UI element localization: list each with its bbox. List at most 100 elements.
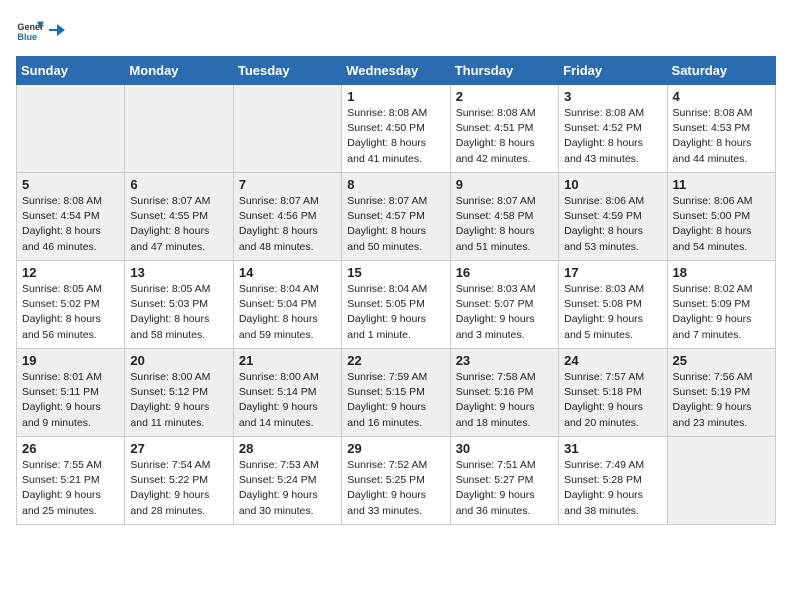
day-cell: 1 Sunrise: 8:08 AM Sunset: 4:50 PM Daylig… <box>342 85 450 173</box>
day-info: Sunrise: 8:06 AM Sunset: 5:00 PM Dayligh… <box>673 194 770 255</box>
day-cell: 11 Sunrise: 8:06 AM Sunset: 5:00 PM Dayli… <box>667 173 775 261</box>
day-number: 19 <box>22 353 119 368</box>
day-info: Sunrise: 8:07 AM Sunset: 4:56 PM Dayligh… <box>239 194 336 255</box>
day-info: Sunrise: 8:08 AM Sunset: 4:50 PM Dayligh… <box>347 106 444 167</box>
day-number: 26 <box>22 441 119 456</box>
day-info: Sunrise: 8:00 AM Sunset: 5:12 PM Dayligh… <box>130 370 227 431</box>
calendar-header: SundayMondayTuesdayWednesdayThursdayFrid… <box>17 57 776 85</box>
day-info: Sunrise: 7:59 AM Sunset: 5:15 PM Dayligh… <box>347 370 444 431</box>
day-cell: 9 Sunrise: 8:07 AM Sunset: 4:58 PM Daylig… <box>450 173 558 261</box>
day-info: Sunrise: 7:56 AM Sunset: 5:19 PM Dayligh… <box>673 370 770 431</box>
day-number: 27 <box>130 441 227 456</box>
day-info: Sunrise: 8:08 AM Sunset: 4:51 PM Dayligh… <box>456 106 553 167</box>
day-number: 12 <box>22 265 119 280</box>
day-cell: 19Sunrise: 8:01 AM Sunset: 5:11 PM Dayli… <box>17 349 125 437</box>
day-number: 11 <box>673 177 770 192</box>
day-number: 30 <box>456 441 553 456</box>
day-cell: 25 Sunrise: 7:56 AM Sunset: 5:19 PM Dayli… <box>667 349 775 437</box>
day-cell: 24Sunrise: 7:57 AM Sunset: 5:18 PM Dayli… <box>559 349 667 437</box>
day-number: 29 <box>347 441 444 456</box>
logo-flag-icon <box>49 22 65 38</box>
day-info: Sunrise: 8:08 AM Sunset: 4:52 PM Dayligh… <box>564 106 661 167</box>
day-number: 4 <box>673 89 770 104</box>
day-cell: 29 Sunrise: 7:52 AM Sunset: 5:25 PM Dayli… <box>342 437 450 525</box>
day-number: 28 <box>239 441 336 456</box>
day-info: Sunrise: 7:58 AM Sunset: 5:16 PM Dayligh… <box>456 370 553 431</box>
day-info: Sunrise: 8:02 AM Sunset: 5:09 PM Dayligh… <box>673 282 770 343</box>
day-info: Sunrise: 8:03 AM Sunset: 5:08 PM Dayligh… <box>564 282 661 343</box>
day-cell: 16 Sunrise: 8:03 AM Sunset: 5:07 PM Dayli… <box>450 261 558 349</box>
day-cell: 31 Sunrise: 7:49 AM Sunset: 5:28 PM Dayli… <box>559 437 667 525</box>
day-info: Sunrise: 8:03 AM Sunset: 5:07 PM Dayligh… <box>456 282 553 343</box>
day-number: 3 <box>564 89 661 104</box>
day-number: 14 <box>239 265 336 280</box>
header-day-tuesday: Tuesday <box>233 57 341 85</box>
header-day-monday: Monday <box>125 57 233 85</box>
header-day-saturday: Saturday <box>667 57 775 85</box>
day-number: 16 <box>456 265 553 280</box>
header-day-thursday: Thursday <box>450 57 558 85</box>
header-day-sunday: Sunday <box>17 57 125 85</box>
day-cell: 20 Sunrise: 8:00 AM Sunset: 5:12 PM Dayli… <box>125 349 233 437</box>
day-info: Sunrise: 7:49 AM Sunset: 5:28 PM Dayligh… <box>564 458 661 519</box>
day-number: 25 <box>673 353 770 368</box>
day-number: 7 <box>239 177 336 192</box>
day-info: Sunrise: 8:04 AM Sunset: 5:04 PM Dayligh… <box>239 282 336 343</box>
header: General Blue <box>16 16 776 44</box>
day-cell: 23 Sunrise: 7:58 AM Sunset: 5:16 PM Dayli… <box>450 349 558 437</box>
day-info: Sunrise: 7:53 AM Sunset: 5:24 PM Dayligh… <box>239 458 336 519</box>
day-cell: 18 Sunrise: 8:02 AM Sunset: 5:09 PM Dayli… <box>667 261 775 349</box>
day-number: 15 <box>347 265 444 280</box>
day-info: Sunrise: 8:05 AM Sunset: 5:02 PM Dayligh… <box>22 282 119 343</box>
day-cell: 30 Sunrise: 7:51 AM Sunset: 5:27 PM Dayli… <box>450 437 558 525</box>
day-number: 5 <box>22 177 119 192</box>
day-number: 22 <box>347 353 444 368</box>
day-number: 1 <box>347 89 444 104</box>
day-number: 6 <box>130 177 227 192</box>
day-cell: 26 Sunrise: 7:55 AM Sunset: 5:21 PM Dayli… <box>17 437 125 525</box>
week-row-4: 19Sunrise: 8:01 AM Sunset: 5:11 PM Dayli… <box>17 349 776 437</box>
day-cell: 12 Sunrise: 8:05 AM Sunset: 5:02 PM Dayli… <box>17 261 125 349</box>
day-cell: 22 Sunrise: 7:59 AM Sunset: 5:15 PM Dayli… <box>342 349 450 437</box>
day-cell <box>17 85 125 173</box>
day-info: Sunrise: 7:57 AM Sunset: 5:18 PM Dayligh… <box>564 370 661 431</box>
day-number: 20 <box>130 353 227 368</box>
svg-text:Blue: Blue <box>17 32 37 42</box>
day-cell <box>125 85 233 173</box>
day-number: 23 <box>456 353 553 368</box>
day-info: Sunrise: 8:08 AM Sunset: 4:54 PM Dayligh… <box>22 194 119 255</box>
day-cell: 6Sunrise: 8:07 AM Sunset: 4:55 PM Daylig… <box>125 173 233 261</box>
day-info: Sunrise: 8:06 AM Sunset: 4:59 PM Dayligh… <box>564 194 661 255</box>
week-row-5: 26 Sunrise: 7:55 AM Sunset: 5:21 PM Dayli… <box>17 437 776 525</box>
day-number: 18 <box>673 265 770 280</box>
day-number: 8 <box>347 177 444 192</box>
week-row-1: 1 Sunrise: 8:08 AM Sunset: 4:50 PM Daylig… <box>17 85 776 173</box>
header-day-wednesday: Wednesday <box>342 57 450 85</box>
day-info: Sunrise: 8:07 AM Sunset: 4:57 PM Dayligh… <box>347 194 444 255</box>
day-info: Sunrise: 7:51 AM Sunset: 5:27 PM Dayligh… <box>456 458 553 519</box>
day-cell: 14 Sunrise: 8:04 AM Sunset: 5:04 PM Dayli… <box>233 261 341 349</box>
calendar-table: SundayMondayTuesdayWednesdayThursdayFrid… <box>16 56 776 525</box>
logo: General Blue <box>16 16 66 44</box>
day-info: Sunrise: 8:07 AM Sunset: 4:58 PM Dayligh… <box>456 194 553 255</box>
day-info: Sunrise: 8:00 AM Sunset: 5:14 PM Dayligh… <box>239 370 336 431</box>
day-number: 2 <box>456 89 553 104</box>
day-number: 13 <box>130 265 227 280</box>
day-cell: 2 Sunrise: 8:08 AM Sunset: 4:51 PM Daylig… <box>450 85 558 173</box>
header-row: SundayMondayTuesdayWednesdayThursdayFrid… <box>17 57 776 85</box>
day-cell: 15Sunrise: 8:04 AM Sunset: 5:05 PM Dayli… <box>342 261 450 349</box>
day-info: Sunrise: 7:52 AM Sunset: 5:25 PM Dayligh… <box>347 458 444 519</box>
day-number: 31 <box>564 441 661 456</box>
week-row-3: 12 Sunrise: 8:05 AM Sunset: 5:02 PM Dayli… <box>17 261 776 349</box>
day-info: Sunrise: 7:55 AM Sunset: 5:21 PM Dayligh… <box>22 458 119 519</box>
day-info: Sunrise: 7:54 AM Sunset: 5:22 PM Dayligh… <box>130 458 227 519</box>
day-cell: 7 Sunrise: 8:07 AM Sunset: 4:56 PM Daylig… <box>233 173 341 261</box>
day-cell: 8 Sunrise: 8:07 AM Sunset: 4:57 PM Daylig… <box>342 173 450 261</box>
day-cell: 17Sunrise: 8:03 AM Sunset: 5:08 PM Dayli… <box>559 261 667 349</box>
day-cell: 28 Sunrise: 7:53 AM Sunset: 5:24 PM Dayli… <box>233 437 341 525</box>
calendar-body: 1 Sunrise: 8:08 AM Sunset: 4:50 PM Daylig… <box>17 85 776 525</box>
day-cell: 5 Sunrise: 8:08 AM Sunset: 4:54 PM Daylig… <box>17 173 125 261</box>
day-info: Sunrise: 8:08 AM Sunset: 4:53 PM Dayligh… <box>673 106 770 167</box>
day-number: 9 <box>456 177 553 192</box>
day-cell: 21Sunrise: 8:00 AM Sunset: 5:14 PM Dayli… <box>233 349 341 437</box>
